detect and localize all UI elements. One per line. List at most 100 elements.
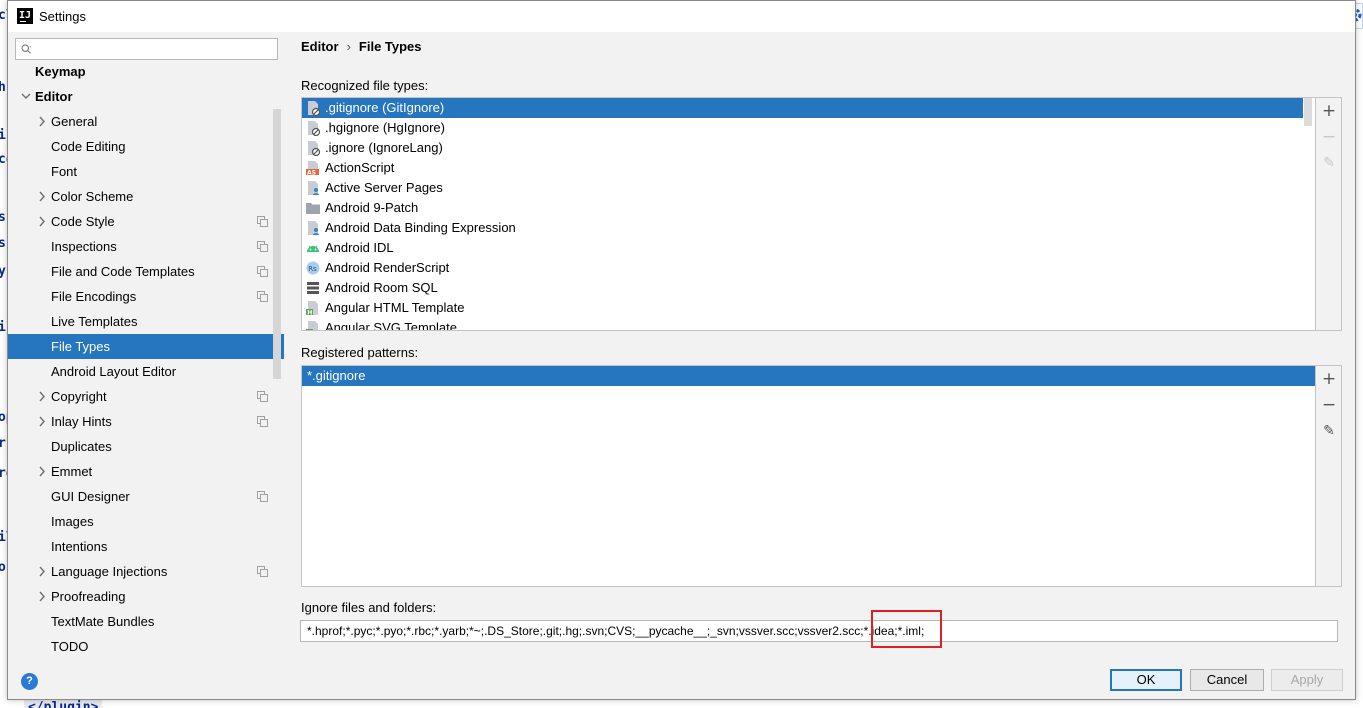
remove-pattern-button[interactable]: − bbox=[1316, 392, 1342, 418]
sidebar-item-label: Inspections bbox=[51, 239, 117, 254]
sidebar-item-editor[interactable]: Editor bbox=[8, 84, 284, 109]
sidebar-item-label: File Types bbox=[51, 339, 111, 354]
sidebar-item-file-encodings[interactable]: File Encodings bbox=[8, 284, 284, 309]
sidebar-item-color-scheme[interactable]: Color Scheme bbox=[8, 184, 284, 209]
project-scope-icon bbox=[257, 566, 268, 577]
file-type-row[interactable]: Rs Android RenderScript bbox=[302, 258, 1303, 278]
sidebar-item-emmet[interactable]: Emmet bbox=[8, 459, 284, 484]
sidebar-item-label: Emmet bbox=[51, 464, 93, 479]
pattern-value: *.gitignore bbox=[307, 368, 366, 383]
window-title: Settings bbox=[39, 9, 86, 24]
apply-button[interactable]: Apply bbox=[1271, 669, 1343, 691]
file-types-list[interactable]: .gitignore (GitIgnore) .hgignore (HgIgnor… bbox=[301, 97, 1316, 331]
file-type-row[interactable]: H Angular SVG Template bbox=[302, 318, 1303, 332]
edit-file-type-button[interactable]: ✎ bbox=[1316, 150, 1342, 176]
background-code-line: </plugin> bbox=[24, 700, 103, 708]
project-scope-icon bbox=[257, 266, 268, 277]
registered-patterns-label: Registered patterns: bbox=[301, 345, 419, 360]
breadcrumb: Editor › File Types bbox=[301, 39, 422, 54]
help-button[interactable]: ? bbox=[21, 673, 38, 690]
sidebar-item-duplicates[interactable]: Duplicates bbox=[8, 434, 284, 459]
file-types-scrollbar[interactable] bbox=[1304, 98, 1312, 126]
file-type-name: Android IDL bbox=[325, 240, 394, 255]
edit-pattern-button[interactable]: ✎ bbox=[1316, 418, 1342, 444]
file-type-name: Android 9-Patch bbox=[325, 200, 419, 215]
sidebar-item-file-types[interactable]: File Types bbox=[8, 334, 284, 359]
chevron-right-icon[interactable] bbox=[36, 409, 48, 434]
gitignore-file-icon bbox=[305, 100, 321, 117]
hgignore-file-icon bbox=[305, 120, 321, 137]
chevron-right-icon[interactable] bbox=[36, 184, 48, 209]
sidebar-item-inlay-hints[interactable]: Inlay Hints bbox=[8, 409, 284, 434]
file-type-name: .hgignore (HgIgnore) bbox=[325, 120, 445, 135]
sidebar-item-file-and-code-templates[interactable]: File and Code Templates bbox=[8, 259, 284, 284]
chevron-right-icon[interactable] bbox=[36, 584, 48, 609]
sidebar-item-label: Editor bbox=[35, 89, 73, 104]
sidebar-item-code-style[interactable]: Code Style bbox=[8, 209, 284, 234]
sidebar-item-android-layout-editor[interactable]: Android Layout Editor bbox=[8, 359, 284, 384]
sidebar-item-label: Live Templates bbox=[51, 314, 138, 329]
cancel-button[interactable]: Cancel bbox=[1190, 669, 1264, 691]
sidebar-item-live-templates[interactable]: Live Templates bbox=[8, 309, 284, 334]
ok-button[interactable]: OK bbox=[1110, 669, 1182, 691]
app-logo-icon: IJ bbox=[17, 8, 33, 24]
sidebar-item-textmate-bundles[interactable]: TextMate Bundles bbox=[8, 609, 284, 634]
file-type-name: .ignore (IgnoreLang) bbox=[325, 140, 443, 155]
file-type-name: .gitignore (GitIgnore) bbox=[325, 100, 445, 115]
sidebar-item-intentions[interactable]: Intentions bbox=[8, 534, 284, 559]
chevron-down-icon[interactable] bbox=[20, 84, 32, 109]
file-type-row[interactable]: Android Data Binding Expression bbox=[302, 218, 1303, 238]
add-pattern-button[interactable]: + bbox=[1316, 366, 1342, 392]
file-type-row[interactable]: AS ActionScript bbox=[302, 158, 1303, 178]
sidebar-item-label: Font bbox=[51, 164, 78, 179]
chevron-right-icon[interactable] bbox=[36, 109, 48, 134]
remove-file-type-button[interactable]: − bbox=[1316, 124, 1342, 150]
sidebar-item-general[interactable]: General bbox=[8, 109, 284, 134]
project-scope-icon bbox=[257, 491, 268, 502]
file-type-row[interactable]: Android 9-Patch bbox=[302, 198, 1303, 218]
sidebar-item-copyright[interactable]: Copyright bbox=[8, 384, 284, 409]
sidebar-item-gui-designer[interactable]: GUI Designer bbox=[8, 484, 284, 509]
highlight-annotation bbox=[871, 610, 942, 648]
sidebar-item-inspections[interactable]: Inspections bbox=[8, 234, 284, 259]
add-file-type-button[interactable]: + bbox=[1316, 98, 1342, 124]
recognized-file-types-label: Recognized file types: bbox=[301, 78, 429, 93]
breadcrumb-parent: Editor bbox=[301, 39, 339, 54]
patterns-list[interactable]: *.gitignore bbox=[301, 365, 1316, 587]
ignore-files-input[interactable]: *.hprof;*.pyc;*.pyo;*.rbc;*.yarb;*~;.DS_… bbox=[300, 620, 1338, 642]
sidebar-item-label: Code Style bbox=[51, 214, 115, 229]
file-type-name: Angular SVG Template bbox=[325, 320, 457, 331]
file-type-row[interactable]: .gitignore (GitIgnore) bbox=[302, 98, 1303, 118]
sidebar-item-proofreading[interactable]: Proofreading bbox=[8, 584, 284, 609]
svg-text:H: H bbox=[307, 330, 312, 332]
sidebar-item-keymap[interactable]: Keymap bbox=[8, 59, 284, 84]
sidebar-item-label: Images bbox=[51, 514, 94, 529]
breadcrumb-separator: › bbox=[346, 39, 351, 54]
title-bar[interactable]: IJ Settings bbox=[8, 1, 1355, 32]
chevron-right-icon[interactable] bbox=[36, 209, 48, 234]
sidebar-scrollbar[interactable] bbox=[273, 109, 281, 379]
pattern-row[interactable]: *.gitignore bbox=[302, 366, 1315, 386]
file-type-row[interactable]: Active Server Pages bbox=[302, 178, 1303, 198]
file-type-name: Angular HTML Template bbox=[325, 300, 465, 315]
file-type-row[interactable]: .ignore (IgnoreLang) bbox=[302, 138, 1303, 158]
chevron-right-icon[interactable] bbox=[36, 384, 48, 409]
file-type-name: Android RenderScript bbox=[325, 260, 450, 275]
file-type-row[interactable]: H Angular HTML Template bbox=[302, 298, 1303, 318]
sidebar-item-todo[interactable]: TODO bbox=[8, 634, 284, 659]
sidebar-item-label: GUI Designer bbox=[51, 489, 130, 504]
sidebar-item-language-injections[interactable]: Language Injections bbox=[8, 559, 284, 584]
sidebar-item-code-editing[interactable]: Code Editing bbox=[8, 134, 284, 159]
file-type-name: Android Data Binding Expression bbox=[325, 220, 516, 235]
search-input[interactable] bbox=[15, 38, 278, 60]
file-type-row[interactable]: Android Room SQL bbox=[302, 278, 1303, 298]
file-type-row[interactable]: Android IDL bbox=[302, 238, 1303, 258]
chevron-right-icon[interactable] bbox=[36, 459, 48, 484]
sidebar-item-label: General bbox=[51, 114, 98, 129]
sidebar-item-label: Keymap bbox=[35, 64, 86, 79]
file-type-row[interactable]: .hgignore (HgIgnore) bbox=[302, 118, 1303, 138]
sidebar-item-font[interactable]: Font bbox=[8, 159, 284, 184]
sidebar-item-images[interactable]: Images bbox=[8, 509, 284, 534]
chevron-right-icon[interactable] bbox=[36, 559, 48, 584]
html-template-icon: H bbox=[305, 300, 321, 317]
